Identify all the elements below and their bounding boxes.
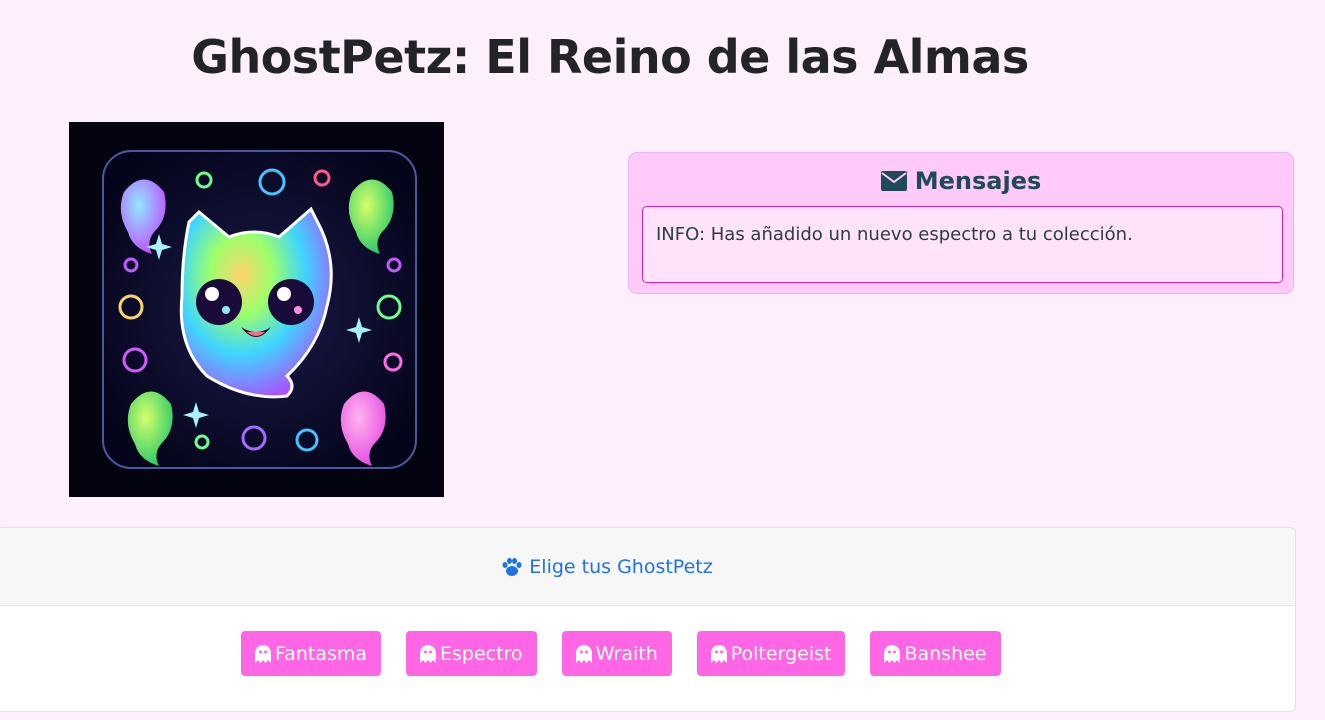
ghost-icon: [420, 644, 437, 663]
ghost-icon: [710, 644, 727, 663]
choose-ghostpetz-link[interactable]: Elige tus GhostPetz: [501, 555, 713, 578]
messages-title: Mensajes: [914, 167, 1042, 195]
pet-button-label: Fantasma: [275, 642, 368, 665]
pet-button-group: Fantasma Espectro Wraith Poltergeist Ban…: [241, 631, 1001, 676]
espectro-button[interactable]: Espectro: [406, 631, 537, 676]
banshee-button[interactable]: Banshee: [870, 631, 1001, 676]
pet-button-label: Banshee: [904, 642, 987, 665]
hero-image: [69, 122, 444, 497]
ghost-icon: [575, 644, 592, 663]
pets-card-header: Elige tus GhostPetz: [0, 528, 1295, 606]
page-title: GhostPetz: El Reino de las Almas: [191, 30, 1029, 84]
choose-ghostpetz-label: Elige tus GhostPetz: [529, 555, 713, 578]
pets-card: Elige tus GhostPetz Fantasma Espectro Wr…: [0, 527, 1296, 712]
messages-card: Mensajes INFO: Has añadido un nuevo espe…: [628, 152, 1294, 294]
message-item: INFO: Has añadido un nuevo espectro a tu…: [642, 206, 1283, 283]
paw-icon: [502, 557, 522, 576]
ghost-icon: [884, 644, 901, 663]
pet-button-label: Poltergeist: [730, 642, 832, 665]
pet-button-label: Espectro: [440, 642, 523, 665]
envelope-icon: [880, 171, 907, 191]
ghost-icon: [255, 644, 271, 663]
messages-header: Mensajes: [629, 167, 1293, 195]
pet-button-label: Wraith: [595, 642, 658, 665]
ghost-cat-illustration: [69, 122, 444, 497]
wraith-button[interactable]: Wraith: [561, 631, 672, 676]
poltergeist-button[interactable]: Poltergeist: [696, 631, 846, 676]
fantasma-button[interactable]: Fantasma: [241, 631, 382, 676]
